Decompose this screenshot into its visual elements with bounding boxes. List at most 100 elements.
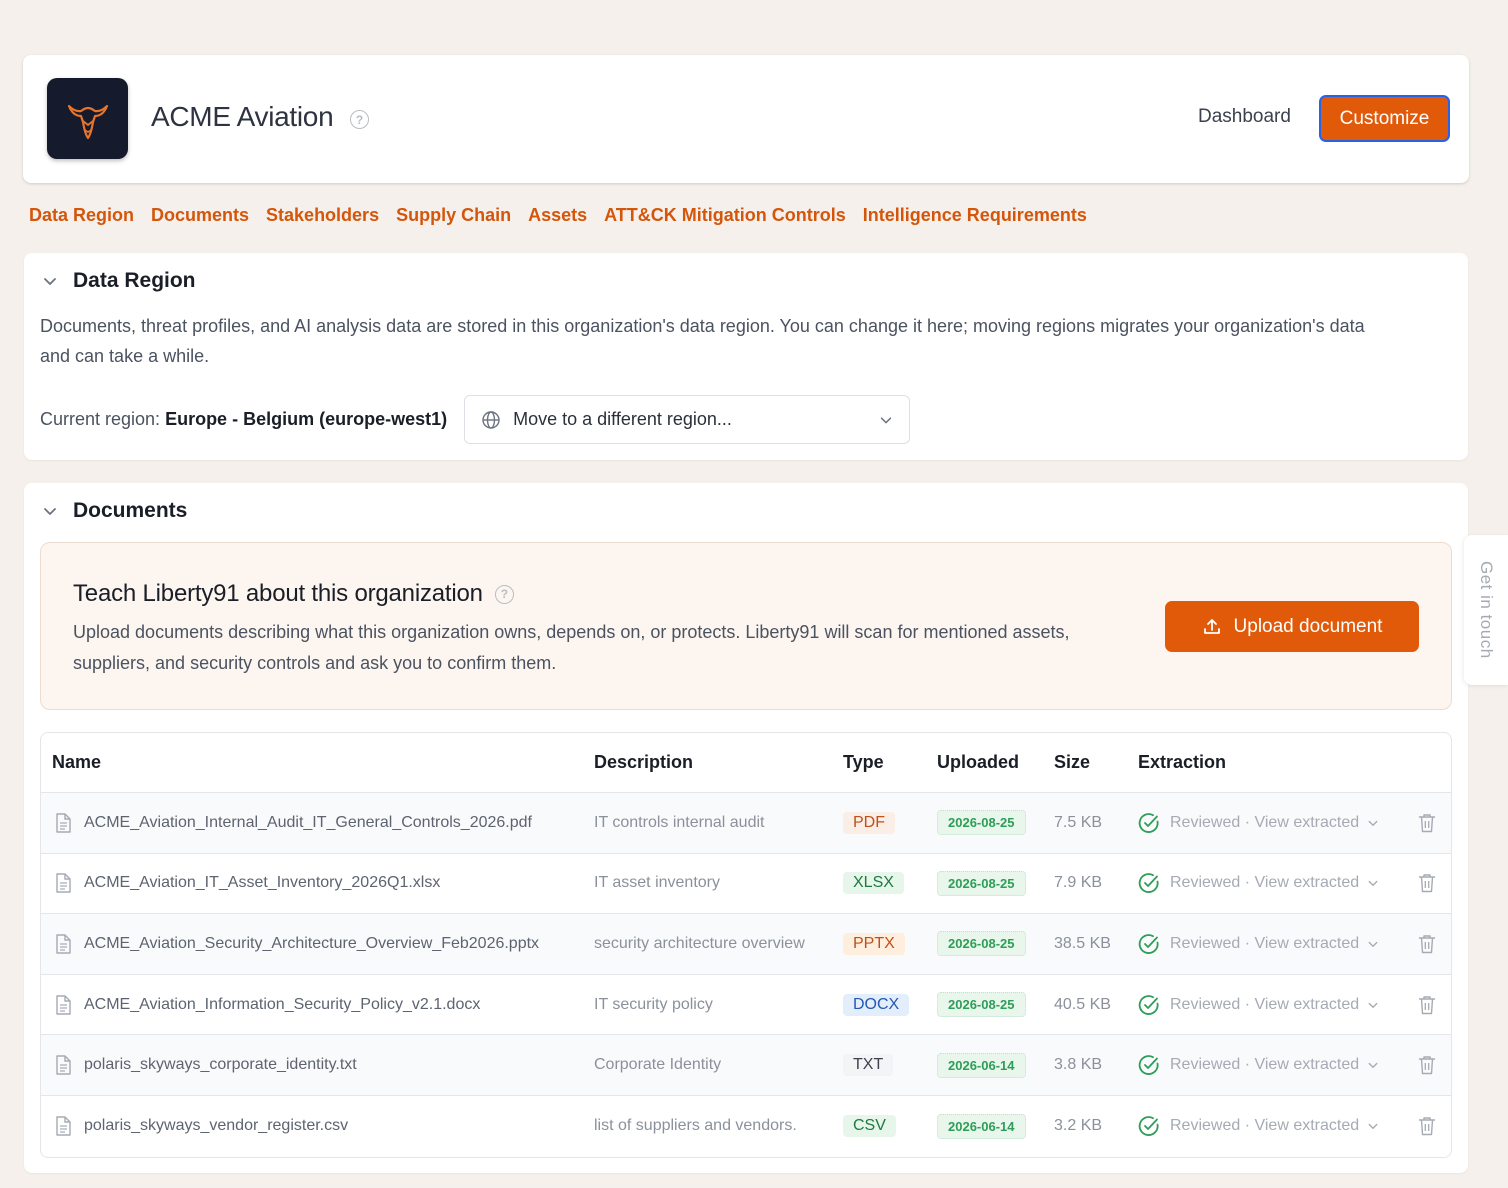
tab-stakeholders[interactable]: Stakeholders [266, 205, 379, 226]
delete-cell [1418, 975, 1436, 1035]
uploaded-date-badge: 2026-08-25 [937, 931, 1026, 957]
chevron-down-icon[interactable] [1367, 877, 1379, 889]
document-description: IT asset inventory [594, 874, 720, 892]
table-row[interactable]: polaris_skyways_corporate_identity.txt C… [41, 1035, 1451, 1096]
customize-button[interactable]: Customize [1319, 95, 1450, 142]
extraction-status[interactable]: Reviewed · View extracted [1170, 935, 1359, 953]
document-name[interactable]: ACME_Aviation_Internal_Audit_IT_General_… [84, 793, 532, 853]
column-header-extraction[interactable]: Extraction [1138, 752, 1226, 773]
extraction-cell[interactable]: Reviewed · View extracted [1138, 854, 1379, 914]
upload-document-button[interactable]: Upload document [1165, 601, 1419, 652]
column-header-uploaded[interactable]: Uploaded [937, 752, 1019, 773]
trash-icon[interactable] [1418, 1055, 1436, 1075]
chevron-down-icon[interactable] [1367, 1120, 1379, 1132]
file-icon-cell [54, 793, 72, 853]
current-region-label: Current region: [40, 409, 161, 429]
check-circle-icon [1138, 873, 1159, 894]
document-name[interactable]: ACME_Aviation_Information_Security_Polic… [84, 975, 480, 1035]
uploaded-cell: 2026-08-25 [937, 975, 1026, 1035]
table-row[interactable]: ACME_Aviation_IT_Asset_Inventory_2026Q1.… [41, 854, 1451, 915]
documents-table: Name Description Type Uploaded Size Extr… [40, 732, 1452, 1158]
table-row[interactable]: ACME_Aviation_Information_Security_Polic… [41, 975, 1451, 1036]
tab-attack-mitigation-controls[interactable]: ATT&CK Mitigation Controls [604, 205, 846, 226]
file-icon-cell [54, 1035, 72, 1095]
trash-icon[interactable] [1418, 873, 1436, 893]
section-title: Data Region [73, 269, 196, 292]
extraction-status[interactable]: Reviewed · View extracted [1170, 996, 1359, 1014]
uploaded-date-badge: 2026-08-25 [937, 992, 1026, 1018]
trash-icon[interactable] [1418, 934, 1436, 954]
tab-data-region[interactable]: Data Region [29, 205, 134, 226]
document-description: IT security policy [594, 995, 713, 1013]
trash-icon[interactable] [1418, 995, 1436, 1015]
chevron-down-icon[interactable] [1367, 817, 1379, 829]
file-icon-cell [54, 975, 72, 1035]
trash-icon[interactable] [1418, 1116, 1436, 1136]
document-name[interactable]: polaris_skyways_corporate_identity.txt [84, 1035, 357, 1095]
data-region-description: Documents, threat profiles, and AI analy… [40, 316, 1365, 366]
chevron-down-icon[interactable] [42, 273, 58, 289]
type-badge: PDF [843, 811, 895, 834]
dashboard-link[interactable]: Dashboard [1198, 106, 1291, 128]
column-header-size[interactable]: Size [1054, 752, 1090, 773]
bull-logo-icon [67, 104, 108, 139]
tab-assets[interactable]: Assets [528, 205, 587, 226]
column-header-type[interactable]: Type [843, 752, 884, 773]
upload-icon [1203, 618, 1220, 634]
upload-document-label: Upload document [1233, 615, 1383, 637]
uploaded-date-badge: 2026-08-25 [937, 810, 1026, 836]
extraction-cell[interactable]: Reviewed · View extracted [1138, 914, 1379, 974]
table-row[interactable]: polaris_skyways_vendor_register.csv list… [41, 1096, 1451, 1157]
extraction-status[interactable]: Reviewed · View extracted [1170, 874, 1359, 892]
chevron-down-icon[interactable] [42, 503, 58, 519]
file-icon [56, 873, 71, 894]
org-logo [47, 78, 128, 159]
document-name[interactable]: ACME_Aviation_Security_Architecture_Over… [84, 914, 539, 974]
extraction-cell[interactable]: Reviewed · View extracted [1138, 793, 1379, 853]
extraction-status[interactable]: Reviewed · View extracted [1170, 1117, 1359, 1135]
extraction-cell[interactable]: Reviewed · View extracted [1138, 975, 1379, 1035]
tab-documents[interactable]: Documents [151, 205, 249, 226]
help-icon[interactable]: ? [494, 584, 514, 604]
type-cell: DOCX [843, 975, 910, 1035]
extraction-status[interactable]: Reviewed · View extracted [1170, 1056, 1359, 1074]
extraction-status[interactable]: Reviewed · View extracted [1170, 814, 1359, 832]
column-header-name[interactable]: Name [52, 752, 101, 773]
region-select[interactable]: Move to a different region... [464, 395, 911, 444]
tab-supply-chain[interactable]: Supply Chain [396, 205, 511, 226]
file-icon-cell [54, 854, 72, 914]
document-name[interactable]: polaris_skyways_vendor_register.csv [84, 1096, 348, 1157]
document-size: 3.8 KB [1054, 1056, 1103, 1074]
chevron-down-icon[interactable] [1367, 1059, 1379, 1071]
file-icon-cell [54, 914, 72, 974]
trash-icon[interactable] [1418, 813, 1436, 833]
uploaded-date-badge: 2026-08-25 [937, 870, 1026, 896]
type-badge: XLSX [843, 872, 904, 895]
delete-cell [1418, 793, 1436, 853]
document-name[interactable]: ACME_Aviation_IT_Asset_Inventory_2026Q1.… [84, 854, 440, 914]
section-title: Documents [73, 499, 188, 522]
extraction-cell[interactable]: Reviewed · View extracted [1138, 1096, 1379, 1157]
column-header-description[interactable]: Description [594, 752, 693, 773]
table-row[interactable]: ACME_Aviation_Security_Architecture_Over… [41, 914, 1451, 975]
table-row[interactable]: ACME_Aviation_Internal_Audit_IT_General_… [41, 793, 1451, 854]
type-cell: TXT [843, 1035, 894, 1095]
document-size: 40.5 KB [1054, 995, 1111, 1013]
document-description: Corporate Identity [594, 1056, 722, 1074]
tab-intelligence-requirements[interactable]: Intelligence Requirements [863, 205, 1087, 226]
table-header: Name Description Type Uploaded Size Extr… [41, 733, 1451, 793]
region-select-placeholder: Move to a different region... [513, 409, 732, 429]
chevron-down-icon [880, 416, 892, 423]
teach-title-text: Teach Liberty91 about this organization [73, 580, 483, 607]
data-region-header[interactable]: Data Region [42, 269, 196, 293]
data-region-section: Data Region Documents, threat profiles, … [24, 253, 1468, 460]
org-header: ACME Aviation ? Dashboard Customize [23, 55, 1469, 183]
chevron-down-icon[interactable] [1367, 938, 1379, 950]
help-icon[interactable]: ? [350, 110, 369, 129]
documents-header[interactable]: Documents [42, 499, 187, 523]
get-in-touch-tab[interactable]: Get in touch [1464, 535, 1508, 685]
org-title: ACME Aviation [151, 101, 334, 132]
type-badge: PPTX [843, 932, 905, 955]
chevron-down-icon[interactable] [1367, 999, 1379, 1011]
extraction-cell[interactable]: Reviewed · View extracted [1138, 1035, 1379, 1095]
